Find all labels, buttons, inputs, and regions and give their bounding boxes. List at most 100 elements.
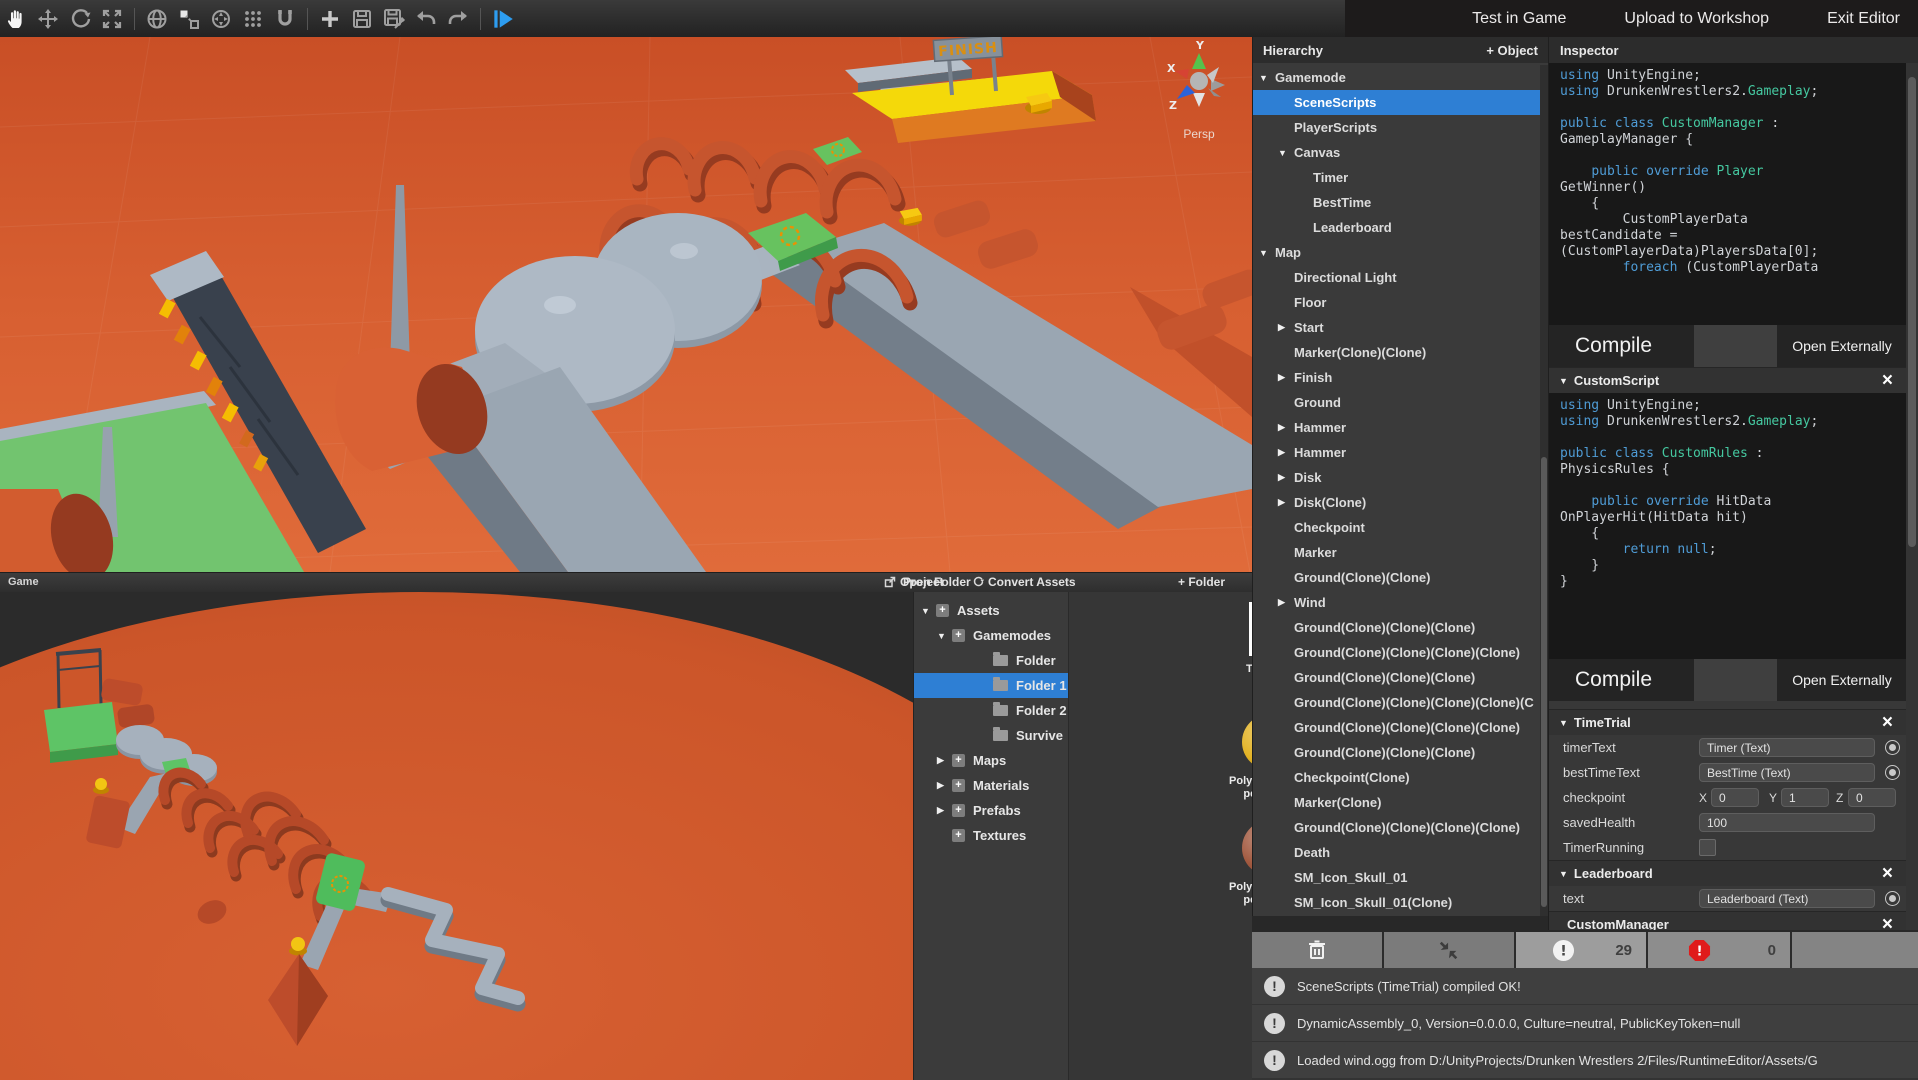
hierarchy-item[interactable]: ▼Canvas [1253,140,1548,165]
vector-input-x[interactable]: 0 [1711,788,1759,807]
expand-arrow-icon[interactable]: ▶ [1278,372,1285,383]
add-folder-button[interactable]: + Folder [1178,575,1225,589]
hierarchy-item[interactable]: Leaderboard [1253,215,1548,240]
console-message[interactable]: !SceneScripts (TimeTrial) compiled OK! [1252,968,1918,1004]
collapse-console-button[interactable] [1384,932,1516,968]
undo-icon[interactable] [411,4,441,34]
game-viewport[interactable] [0,592,913,1080]
redo-icon[interactable] [443,4,473,34]
test-in-game-button[interactable]: Test in Game [1472,10,1566,28]
vector-input-y[interactable]: 1 [1781,788,1829,807]
add-object-icon[interactable] [315,4,345,34]
exit-editor-button[interactable]: Exit Editor [1827,10,1900,28]
hierarchy-item[interactable]: ▶Disk(Clone) [1253,490,1548,515]
checkbox[interactable] [1699,839,1716,856]
expand-arrow-icon[interactable]: ▶ [937,805,944,816]
hierarchy-item[interactable]: Ground [1253,390,1548,415]
close-icon[interactable]: × [1882,369,1893,393]
hierarchy-item[interactable]: Floor [1253,290,1548,315]
project-tree-item[interactable]: +Textures [914,823,1068,848]
collapse-arrow-icon[interactable]: ▼ [1559,376,1568,386]
play-icon[interactable] [488,4,518,34]
hierarchy-item[interactable]: Death [1253,840,1548,865]
project-tree-item[interactable]: Survive [914,723,1068,748]
open-externally-button[interactable]: Open Externally [1777,659,1907,701]
expand-arrow-icon[interactable]: ▼ [921,606,930,616]
inspector-scrollbar[interactable] [1906,63,1918,930]
move-tool-icon[interactable] [33,4,63,34]
expand-arrow-icon[interactable]: ▶ [1278,422,1285,433]
console-message[interactable]: !DynamicAssembly_0, Version=0.0.0.0, Cul… [1252,1005,1918,1041]
project-tree-item[interactable]: ▼+Gamemodes [914,623,1068,648]
hierarchy-item[interactable]: Ground(Clone)(Clone)(Clone) [1253,665,1548,690]
add-object-button[interactable]: + Object [1486,43,1538,58]
hierarchy-item[interactable]: Ground(Clone)(Clone)(Clone)(Clone) [1253,640,1548,665]
expand-arrow-icon[interactable]: ▼ [937,631,946,641]
hierarchy-item[interactable]: PlayerScripts [1253,115,1548,140]
expand-arrow-icon[interactable]: ▶ [937,780,944,791]
expand-arrow-icon[interactable]: ▶ [1278,497,1285,508]
hierarchy-item[interactable]: Marker [1253,540,1548,565]
object-picker-icon[interactable] [1885,765,1900,780]
hierarchy-item[interactable]: ▶Start [1253,315,1548,340]
hierarchy-item[interactable]: ▼Gamemode [1253,65,1548,90]
expand-arrow-icon[interactable]: ▶ [1278,472,1285,483]
hierarchy-item[interactable]: Directional Light [1253,265,1548,290]
scene-viewport[interactable]: FINISH [0,37,1252,572]
project-tree-item[interactable]: ▶+Materials [914,773,1068,798]
component-header-custommanager[interactable]: CustomManager× [1549,911,1907,930]
expand-tool-icon[interactable] [97,4,127,34]
collapse-arrow-icon[interactable]: ▼ [1559,869,1568,879]
hierarchy-item[interactable]: BestTime [1253,190,1548,215]
grid-snap-icon[interactable] [238,4,268,34]
open-folder-button[interactable]: Open Folder [884,575,971,589]
value-input[interactable]: 100 [1699,813,1875,832]
hierarchy-item[interactable]: SM_Icon_Skull_01 [1253,865,1548,890]
console-message[interactable]: !Loaded wind.ogg from D:/UnityProjects/D… [1252,1042,1918,1078]
expand-arrow-icon[interactable]: ▼ [1259,73,1268,83]
warnings-filter-button[interactable]: ! 29 [1516,932,1648,968]
hierarchy-item[interactable]: Checkpoint(Clone) [1253,765,1548,790]
hierarchy-item[interactable]: SM_Icon_Skull_01(Clone) [1253,890,1548,915]
close-icon[interactable]: × [1882,913,1893,930]
save-as-icon[interactable] [379,4,409,34]
hierarchy-item[interactable]: Marker(Clone)(Clone) [1253,340,1548,365]
expand-arrow-icon[interactable]: ▶ [937,755,944,766]
expand-arrow-icon[interactable]: ▶ [1278,322,1285,333]
hierarchy-item[interactable]: Timer [1253,165,1548,190]
hierarchy-item[interactable]: ▶Hammer [1253,415,1548,440]
magnet-snap-icon[interactable] [270,4,300,34]
object-reference-field[interactable]: Leaderboard (Text) [1699,889,1875,908]
object-picker-icon[interactable] [1885,891,1900,906]
expand-arrow-icon[interactable]: ▼ [1259,248,1268,258]
compile-button[interactable]: Compile [1549,659,1694,701]
gizmo-tool-icon[interactable] [206,4,236,34]
customscript-section-header[interactable]: ▼ CustomScript × [1549,367,1907,393]
hierarchy-item[interactable]: SceneScripts [1253,90,1548,115]
hierarchy-item[interactable]: ▼Map [1253,240,1548,265]
gizmo-persp-label[interactable]: Persp [1183,127,1215,141]
code-editor-customscript[interactable]: using UnityEngine;using DrunkenWrestlers… [1549,393,1907,659]
rotate-tool-icon[interactable] [65,4,95,34]
project-tree-item[interactable]: Folder 2 [914,698,1068,723]
object-reference-field[interactable]: BestTime (Text) [1699,763,1875,782]
object-reference-field[interactable]: Timer (Text) [1699,738,1875,757]
hierarchy-item[interactable]: ▶Disk [1253,465,1548,490]
project-tree-item[interactable]: ▶+Maps [914,748,1068,773]
hierarchy-item[interactable]: Ground(Clone)(Clone) [1253,565,1548,590]
hierarchy-item[interactable]: Marker(Clone) [1253,790,1548,815]
hierarchy-item[interactable]: Ground(Clone)(Clone)(Clone) [1253,615,1548,640]
scale-tool-icon[interactable] [174,4,204,34]
component-header-leaderboard[interactable]: ▼Leaderboard× [1549,860,1907,886]
hand-tool-icon[interactable] [1,4,31,34]
expand-arrow-icon[interactable]: ▼ [1278,148,1287,158]
hierarchy-scrollbar[interactable] [1540,65,1548,916]
hierarchy-item[interactable]: ▶Wind [1253,590,1548,615]
close-icon[interactable]: × [1882,711,1893,735]
expand-arrow-icon[interactable]: ▶ [1278,597,1285,608]
close-icon[interactable]: × [1882,862,1893,886]
object-picker-icon[interactable] [1885,740,1900,755]
hierarchy-item[interactable]: Ground(Clone)(Clone)(Clone) [1253,740,1548,765]
errors-filter-button[interactable]: ! 0 [1648,932,1792,968]
component-header-timetrial[interactable]: ▼TimeTrial× [1549,709,1907,735]
